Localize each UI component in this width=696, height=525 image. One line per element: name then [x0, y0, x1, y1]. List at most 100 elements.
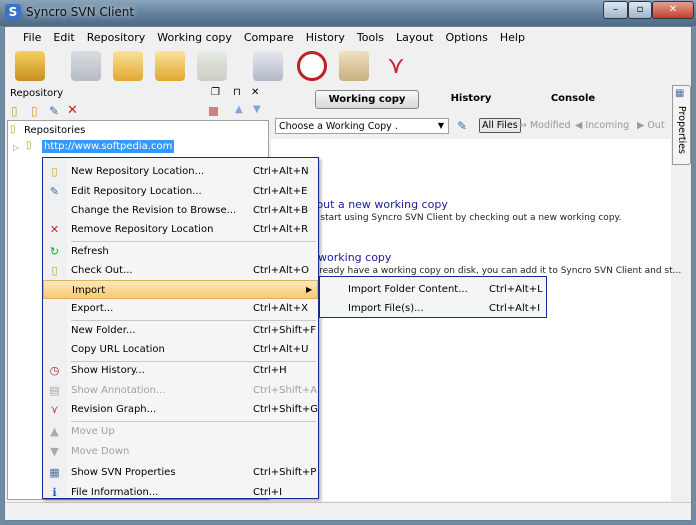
- outgoing-filter[interactable]: ▶ Out: [637, 120, 671, 131]
- new-location-icon[interactable]: ▯: [11, 104, 18, 118]
- app-icon: S: [5, 4, 21, 20]
- menu-item-file-information[interactable]: ℹ File Information... Ctrl+I: [43, 483, 318, 502]
- checkout-icon[interactable]: ▯: [31, 104, 38, 118]
- revision-graph-icon[interactable]: ⋎: [381, 51, 411, 81]
- menu-item-shortcut: Ctrl+Shift+G: [253, 404, 319, 415]
- outgoing-label: Out: [647, 120, 665, 131]
- stop-icon[interactable]: [209, 107, 218, 116]
- menu-item-shortcut: Ctrl+I: [253, 487, 283, 498]
- menu-item-change-the-revision-to-browse[interactable]: Change the Revision to Browse... Ctrl+Alt…: [43, 201, 318, 220]
- window-title: Syncro SVN Client: [26, 5, 135, 19]
- menu-tools[interactable]: Tools: [351, 27, 390, 47]
- menu-item-shortcut: Ctrl+Shift+A: [253, 385, 318, 396]
- tab-working-copy[interactable]: Working copy: [315, 90, 419, 109]
- add-description: If you already have a working copy on di…: [283, 266, 682, 276]
- refresh-folder-icon[interactable]: [197, 51, 227, 81]
- menu-item-new-folder[interactable]: New Folder... Ctrl+Shift+F: [43, 321, 318, 340]
- history-icon: ◷: [49, 364, 60, 377]
- menu-item-label: Move Up: [71, 426, 115, 437]
- tree-root[interactable]: Repositories: [24, 125, 85, 136]
- menu-item-label: Move Down: [71, 446, 130, 457]
- history-icon[interactable]: [297, 51, 327, 81]
- chevron-down-icon: ▼: [437, 121, 444, 130]
- menu-repository[interactable]: Repository: [81, 27, 152, 47]
- menu-item-import[interactable]: Import ▶: [43, 280, 318, 299]
- submenu-arrow-icon: ▶: [306, 285, 313, 294]
- repository-icon[interactable]: [15, 51, 45, 81]
- menu-item-copy-url-location[interactable]: Copy URL Location Ctrl+Alt+U: [43, 340, 318, 359]
- menu-item-label: Change the Revision to Browse...: [71, 205, 237, 216]
- minimize-button[interactable]: –: [603, 1, 628, 19]
- update-icon[interactable]: [71, 51, 101, 81]
- menu-item-revision-graph[interactable]: ⋎ Revision Graph... Ctrl+Shift+G: [43, 400, 318, 419]
- menu-item-show-annotation[interactable]: ▤ Show Annotation... Ctrl+Shift+A: [43, 381, 318, 400]
- menu-item-label: Revision Graph...: [71, 404, 157, 415]
- tree-item-url[interactable]: http://www.softpedia.com: [42, 140, 175, 153]
- expand-icon[interactable]: ▷: [13, 143, 19, 152]
- menu-item-label: Edit Repository Location...: [71, 186, 202, 197]
- menu-item-edit-repository-location[interactable]: ✎ Edit Repository Location... Ctrl+Alt+E: [43, 182, 318, 201]
- close-button[interactable]: ✕: [652, 1, 694, 19]
- modified-filter[interactable]: ⇔ Modified: [519, 120, 571, 131]
- annotation-icon: ▤: [49, 384, 60, 397]
- toolbar: ⋎: [5, 47, 691, 85]
- menu-item-label: Refresh: [71, 246, 109, 257]
- menu-item-move-up[interactable]: ▲ Move Up: [43, 422, 318, 441]
- menu-item-label: Remove Repository Location: [71, 224, 214, 235]
- settings-icon[interactable]: ✎: [457, 119, 467, 133]
- arrow-down-icon[interactable]: ▼: [253, 104, 261, 115]
- annotation-icon[interactable]: [339, 51, 369, 81]
- edit-icon[interactable]: ✎: [49, 104, 59, 118]
- menu-bar: File Edit Repository Working copy Compare His…: [5, 27, 691, 47]
- menu-item-show-history[interactable]: ◷ Show History... Ctrl+H: [43, 361, 318, 380]
- menu-item-new-repository-location[interactable]: ▯ New Repository Location... Ctrl+Alt+N: [43, 162, 318, 181]
- panel-pin-icon[interactable]: ⊓: [233, 87, 241, 98]
- properties-label: Properties: [676, 106, 687, 155]
- tab-history[interactable]: History: [431, 90, 511, 109]
- incoming-filter[interactable]: ◀ Incoming: [575, 120, 629, 131]
- submenu-item[interactable]: Import Folder Content... Ctrl+Alt+L: [320, 280, 546, 299]
- compare-icon[interactable]: [253, 51, 283, 81]
- panel-close-icon[interactable]: ✕: [251, 87, 259, 98]
- properties-icon: ▦: [675, 88, 685, 99]
- menu-item-move-down[interactable]: ▼ Move Down: [43, 442, 318, 461]
- menu-history[interactable]: History: [300, 27, 351, 47]
- menu-item-shortcut: Ctrl+Alt+O: [253, 265, 309, 276]
- panel-float-icon[interactable]: ❐: [211, 87, 220, 98]
- menu-item-export[interactable]: Export... Ctrl+Alt+X: [43, 299, 318, 318]
- menu-compare[interactable]: Compare: [238, 27, 300, 47]
- arrow-up-icon[interactable]: ▲: [235, 104, 243, 115]
- menu-file[interactable]: File: [17, 27, 47, 47]
- menu-item-shortcut: Ctrl+Shift+F: [253, 325, 317, 336]
- menu-item-shortcut: Ctrl+Alt+N: [253, 166, 309, 177]
- menu-item-label: Copy URL Location: [71, 344, 165, 355]
- menu-options[interactable]: Options: [439, 27, 493, 47]
- menu-item-label: Export...: [71, 303, 114, 314]
- menu-item-check-out[interactable]: ▯ Check Out... Ctrl+Alt+O: [43, 261, 318, 280]
- menu-working-copy[interactable]: Working copy: [151, 27, 238, 47]
- menu-help[interactable]: Help: [494, 27, 531, 47]
- maximize-button[interactable]: ▫: [628, 1, 652, 19]
- menu-layout[interactable]: Layout: [390, 27, 439, 47]
- context-menu: ▯ New Repository Location... Ctrl+Alt+N ✎ Ed…: [42, 157, 319, 499]
- tab-console[interactable]: Console: [533, 90, 613, 109]
- menu-item-label: Show SVN Properties: [71, 467, 176, 478]
- commit-folder-icon[interactable]: [113, 51, 143, 81]
- properties-side-tab[interactable]: ▦ Properties: [672, 85, 691, 165]
- menu-edit[interactable]: Edit: [47, 27, 80, 47]
- menu-item-show-svn-properties[interactable]: ▦ Show SVN Properties Ctrl+Shift+P: [43, 463, 318, 482]
- menu-item-shortcut: Ctrl+Alt+U: [253, 344, 309, 355]
- menu-item-shortcut: Ctrl+Alt+X: [253, 303, 308, 314]
- menu-item-refresh[interactable]: ↻ Refresh: [43, 242, 318, 261]
- select-value: Choose a Working Copy .: [279, 121, 398, 132]
- remove-icon[interactable]: ✕: [67, 103, 78, 118]
- menu-item-label: File Information...: [71, 487, 159, 498]
- menu-item-remove-repository-location[interactable]: ✕ Remove Repository Location Ctrl+Alt+R: [43, 220, 318, 239]
- submenu-item[interactable]: Import File(s)... Ctrl+Alt+I: [320, 299, 546, 318]
- all-files-button[interactable]: All Files: [479, 118, 521, 133]
- menu-item-shortcut: Ctrl+Alt+R: [253, 224, 309, 235]
- upload-folder-icon[interactable]: [155, 51, 185, 81]
- menu-item-label: Import: [72, 285, 106, 296]
- working-copy-select[interactable]: Choose a Working Copy . ▼: [275, 118, 449, 134]
- arrow-down-icon: ▼: [50, 445, 59, 458]
